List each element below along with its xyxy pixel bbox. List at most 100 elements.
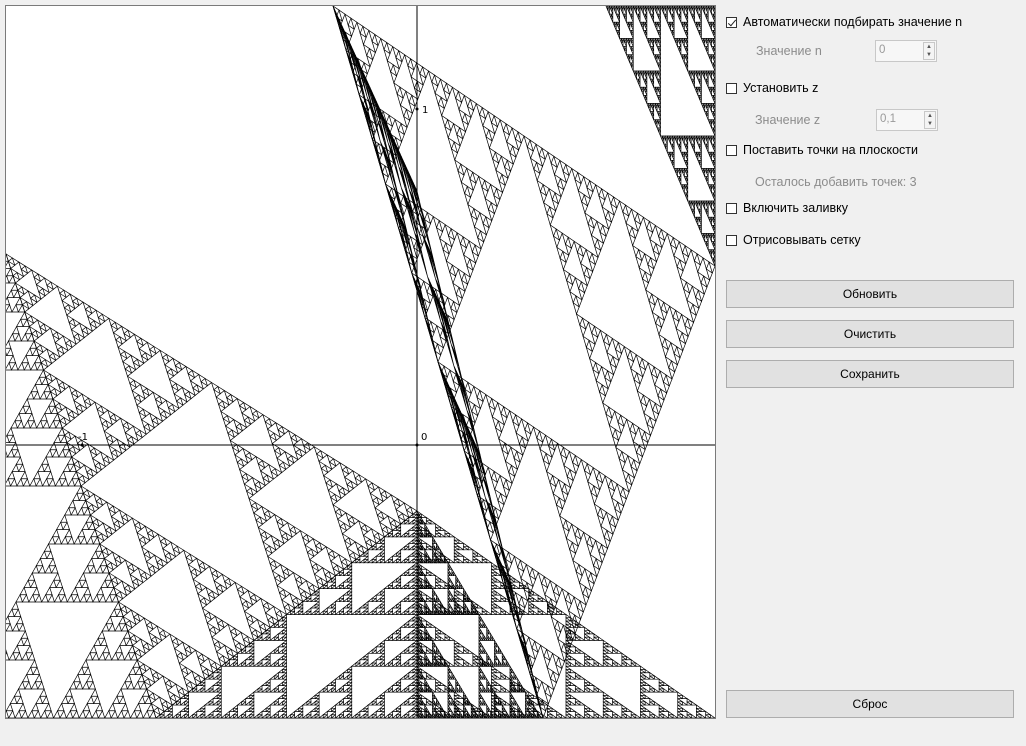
fractal-cell [640, 710, 647, 716]
fractal-cell [640, 694, 647, 699]
fractal-cell [119, 417, 128, 427]
fractal-cell [309, 707, 316, 712]
fractal-cell [403, 710, 410, 716]
fractal-cell [350, 610, 357, 615]
fractal-cell [196, 714, 202, 718]
fractal-cell [666, 232, 674, 246]
fractal-cell [30, 659, 38, 668]
fractal-cell [273, 701, 279, 706]
fractal-cell [224, 425, 233, 434]
fractal-cell [500, 597, 507, 602]
fractal-cell [85, 709, 93, 718]
fractal-cell [403, 519, 410, 525]
fractal-cell [435, 523, 442, 528]
fractal-cell [573, 240, 581, 254]
fractal-cell [403, 620, 410, 625]
fractal-cell [399, 597, 406, 602]
fractal-cell [621, 659, 628, 664]
fractal-cell [37, 463, 45, 472]
fractal-cell [677, 714, 684, 718]
fractal-cell [425, 646, 433, 651]
fractal-cell [425, 516, 433, 522]
fractal-cell [600, 365, 608, 379]
fractal-cell [500, 610, 507, 615]
fractal-cell [407, 584, 414, 589]
fractal-cell [79, 593, 87, 603]
fractal-cell [265, 707, 271, 712]
fractal-cell [346, 597, 353, 602]
fractal-cell [49, 441, 57, 451]
fractal-cell [342, 701, 349, 706]
fractal-cell [411, 513, 418, 518]
fractal-cell [453, 649, 461, 654]
fractal-cell [199, 684, 206, 690]
fractal-cell [16, 695, 24, 704]
fractal-cell [362, 607, 369, 612]
fractal-cell [686, 299, 694, 313]
fractal-cell [362, 655, 369, 661]
fractal-cell [387, 607, 393, 612]
fractal-cell [386, 59, 394, 73]
fractal-cell [338, 607, 344, 612]
fractal-cell [179, 694, 185, 699]
fractal-cell [104, 709, 112, 718]
fractal-cell [269, 623, 275, 628]
fractal-plot[interactable]: 0 -1 1 [6, 6, 715, 718]
fractal-cell [24, 405, 33, 414]
fractal-cell [247, 589, 255, 599]
fractal-cell [536, 179, 544, 193]
fractal-cell [347, 714, 353, 718]
fractal-cell [270, 534, 279, 544]
fractal-cell [574, 697, 582, 703]
fractal-cell [68, 499, 76, 509]
fractal-cell [654, 675, 661, 680]
fractal-cell [338, 610, 344, 615]
fractal-cell [495, 584, 502, 589]
fractal-cell [6, 615, 11, 625]
fractal-cell [261, 636, 267, 641]
fractal-cell [110, 515, 119, 525]
fractal-cell [649, 697, 656, 703]
fractal-cell [54, 341, 63, 351]
fractal-cell [129, 709, 138, 718]
fractal-cell [686, 701, 693, 706]
fractal-cell [212, 668, 218, 674]
fractal-cell [248, 625, 257, 634]
fractal-cell [14, 412, 22, 422]
fractal-cell [162, 675, 170, 684]
fractal-cell [556, 610, 563, 615]
fractal-cell [22, 398, 31, 407]
fractal-cell [371, 649, 377, 654]
fractal-cell [392, 45, 400, 59]
fractal-cell [584, 659, 591, 664]
fractal-cell [27, 290, 36, 299]
fractal-cell [248, 662, 255, 667]
fractal-cell [240, 631, 249, 641]
fractal-cell [435, 688, 442, 693]
fractal-cell [346, 604, 353, 609]
fractal-cell [334, 688, 340, 693]
fractal-cell [446, 296, 454, 310]
fractal-cell [375, 591, 381, 596]
fractal-cell [621, 652, 628, 657]
fractal-cell [579, 623, 586, 628]
fractal-cell [56, 702, 65, 712]
sierpinski-triangle [6, 253, 157, 718]
fractal-cell [495, 597, 502, 602]
fractal-cell [6, 702, 14, 712]
fractal-cell [395, 652, 402, 657]
fractal-cell [405, 90, 413, 104]
fractal-cell [537, 571, 545, 585]
fractal-cell [644, 714, 651, 718]
fractal-cell [383, 688, 389, 693]
fractal-cell [91, 709, 99, 718]
fractal-cell [293, 604, 300, 609]
fractal-cell [273, 659, 279, 664]
fractal-cell [682, 694, 689, 699]
fractal-cell [346, 704, 353, 709]
fractal-cell [612, 697, 619, 703]
fractal-canvas[interactable]: 0 -1 1 [5, 5, 716, 719]
fractal-cell [485, 393, 493, 407]
fractal-cell [54, 477, 63, 487]
fractal-cell [472, 655, 479, 661]
